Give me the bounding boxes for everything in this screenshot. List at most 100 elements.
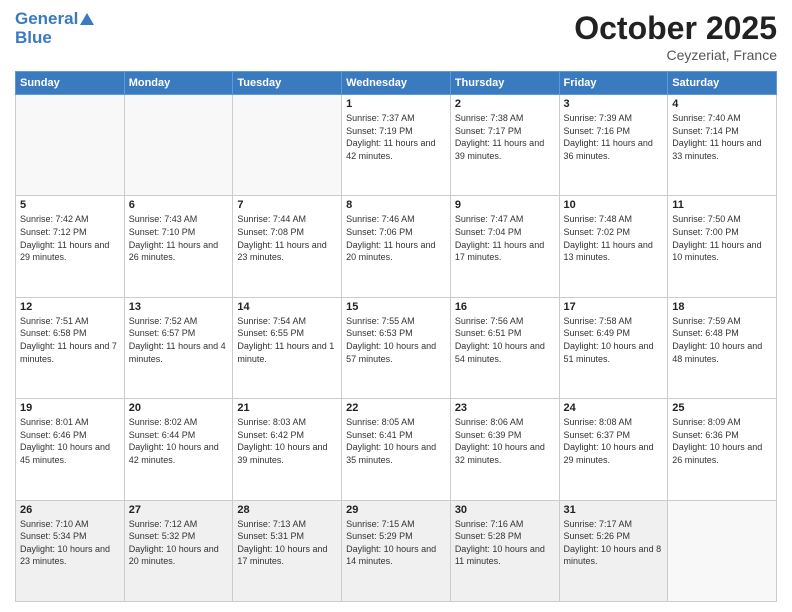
cell-text-line: Sunrise: 8:09 AM: [672, 416, 772, 429]
cell-text-line: Daylight: 11 hours and 23 minutes.: [237, 239, 337, 264]
day-number: 24: [564, 402, 664, 414]
cell-text-line: Sunrise: 7:55 AM: [346, 315, 446, 328]
cell-text-line: Sunrise: 7:59 AM: [672, 315, 772, 328]
cell-text-line: Sunset: 6:55 PM: [237, 327, 337, 340]
day-number: 26: [20, 504, 120, 516]
cell-text-line: Sunrise: 8:03 AM: [237, 416, 337, 429]
day-number: 3: [564, 98, 664, 110]
cell-text-line: Sunset: 6:46 PM: [20, 429, 120, 442]
calendar-cell: 16Sunrise: 7:56 AMSunset: 6:51 PMDayligh…: [450, 297, 559, 398]
cell-text-line: Sunrise: 7:52 AM: [129, 315, 229, 328]
day-number: 6: [129, 199, 229, 211]
cell-text-line: Sunset: 6:37 PM: [564, 429, 664, 442]
calendar-header-tuesday: Tuesday: [233, 72, 342, 95]
day-number: 4: [672, 98, 772, 110]
day-number: 22: [346, 402, 446, 414]
cell-text-line: Daylight: 10 hours and 23 minutes.: [20, 543, 120, 568]
day-number: 28: [237, 504, 337, 516]
cell-text-line: Daylight: 10 hours and 26 minutes.: [672, 441, 772, 466]
cell-text-line: Sunset: 5:32 PM: [129, 530, 229, 543]
cell-text-line: Sunset: 5:29 PM: [346, 530, 446, 543]
cell-text-line: Sunset: 6:36 PM: [672, 429, 772, 442]
cell-text-line: Daylight: 11 hours and 13 minutes.: [564, 239, 664, 264]
cell-text-line: Sunrise: 7:43 AM: [129, 213, 229, 226]
calendar-cell: 19Sunrise: 8:01 AMSunset: 6:46 PMDayligh…: [16, 399, 125, 500]
cell-text-line: Sunset: 7:19 PM: [346, 125, 446, 138]
cell-text-line: Daylight: 11 hours and 29 minutes.: [20, 239, 120, 264]
cell-text-line: Sunrise: 7:37 AM: [346, 112, 446, 125]
calendar-cell: 9Sunrise: 7:47 AMSunset: 7:04 PMDaylight…: [450, 196, 559, 297]
cell-text-line: Sunrise: 7:17 AM: [564, 518, 664, 531]
calendar-cell: 4Sunrise: 7:40 AMSunset: 7:14 PMDaylight…: [668, 95, 777, 196]
day-number: 15: [346, 301, 446, 313]
cell-text-line: Daylight: 10 hours and 48 minutes.: [672, 340, 772, 365]
cell-text-line: Daylight: 11 hours and 26 minutes.: [129, 239, 229, 264]
day-number: 14: [237, 301, 337, 313]
logo-icon: [80, 13, 94, 25]
cell-text-line: Sunrise: 7:47 AM: [455, 213, 555, 226]
cell-text-line: Sunset: 6:49 PM: [564, 327, 664, 340]
day-number: 18: [672, 301, 772, 313]
calendar-cell: 26Sunrise: 7:10 AMSunset: 5:34 PMDayligh…: [16, 500, 125, 601]
calendar-header-monday: Monday: [124, 72, 233, 95]
location: Ceyzeriat, France: [574, 47, 777, 63]
cell-text-line: Daylight: 11 hours and 4 minutes.: [129, 340, 229, 365]
cell-text-line: Sunset: 6:57 PM: [129, 327, 229, 340]
calendar-table: SundayMondayTuesdayWednesdayThursdayFrid…: [15, 71, 777, 602]
cell-text-line: Daylight: 11 hours and 42 minutes.: [346, 137, 446, 162]
day-number: 30: [455, 504, 555, 516]
cell-text-line: Daylight: 10 hours and 45 minutes.: [20, 441, 120, 466]
calendar-header-thursday: Thursday: [450, 72, 559, 95]
day-number: 21: [237, 402, 337, 414]
cell-text-line: Daylight: 10 hours and 29 minutes.: [564, 441, 664, 466]
cell-text-line: Sunset: 7:08 PM: [237, 226, 337, 239]
cell-text-line: Sunset: 7:14 PM: [672, 125, 772, 138]
cell-text-line: Daylight: 11 hours and 36 minutes.: [564, 137, 664, 162]
cell-text-line: Sunrise: 8:08 AM: [564, 416, 664, 429]
day-number: 20: [129, 402, 229, 414]
calendar-cell: 2Sunrise: 7:38 AMSunset: 7:17 PMDaylight…: [450, 95, 559, 196]
cell-text-line: Sunrise: 7:44 AM: [237, 213, 337, 226]
cell-text-line: Sunset: 6:41 PM: [346, 429, 446, 442]
cell-text-line: Daylight: 11 hours and 10 minutes.: [672, 239, 772, 264]
cell-text-line: Daylight: 10 hours and 35 minutes.: [346, 441, 446, 466]
cell-text-line: Daylight: 10 hours and 39 minutes.: [237, 441, 337, 466]
cell-text-line: Sunset: 7:06 PM: [346, 226, 446, 239]
cell-text-line: Sunrise: 7:50 AM: [672, 213, 772, 226]
cell-text-line: Sunrise: 7:48 AM: [564, 213, 664, 226]
cell-text-line: Sunrise: 7:13 AM: [237, 518, 337, 531]
cell-text-line: Sunset: 6:58 PM: [20, 327, 120, 340]
calendar-cell: [124, 95, 233, 196]
cell-text-line: Daylight: 10 hours and 32 minutes.: [455, 441, 555, 466]
cell-text-line: Sunset: 5:31 PM: [237, 530, 337, 543]
day-number: 25: [672, 402, 772, 414]
calendar-cell: 17Sunrise: 7:58 AMSunset: 6:49 PMDayligh…: [559, 297, 668, 398]
calendar-cell: 22 Sunrise: 8:05 AMSunset: 6:41 PMDayligh…: [342, 399, 451, 500]
calendar-cell: 13Sunrise: 7:52 AMSunset: 6:57 PMDayligh…: [124, 297, 233, 398]
cell-text-line: Sunrise: 7:39 AM: [564, 112, 664, 125]
calendar-header-friday: Friday: [559, 72, 668, 95]
cell-text-line: Sunset: 7:10 PM: [129, 226, 229, 239]
cell-text-line: Sunrise: 8:05 AM: [346, 416, 446, 429]
day-number: 17: [564, 301, 664, 313]
cell-text-line: Daylight: 10 hours and 20 minutes.: [129, 543, 229, 568]
calendar-cell: 28Sunrise: 7:13 AMSunset: 5:31 PMDayligh…: [233, 500, 342, 601]
calendar-cell: 14Sunrise: 7:54 AMSunset: 6:55 PMDayligh…: [233, 297, 342, 398]
cell-text-line: Sunset: 7:02 PM: [564, 226, 664, 239]
day-number: 29: [346, 504, 446, 516]
cell-text-line: Sunrise: 7:58 AM: [564, 315, 664, 328]
cell-text-line: Sunset: 6:39 PM: [455, 429, 555, 442]
calendar-cell: 25 Sunrise: 8:09 AMSunset: 6:36 PMDayligh…: [668, 399, 777, 500]
calendar-week-0: 1Sunrise: 7:37 AMSunset: 7:19 PMDaylight…: [16, 95, 777, 196]
cell-text-line: Daylight: 10 hours and 14 minutes.: [346, 543, 446, 568]
calendar-week-3: 19Sunrise: 8:01 AMSunset: 6:46 PMDayligh…: [16, 399, 777, 500]
cell-text-line: Sunrise: 7:16 AM: [455, 518, 555, 531]
day-number: 11: [672, 199, 772, 211]
calendar-cell: 11Sunrise: 7:50 AMSunset: 7:00 PMDayligh…: [668, 196, 777, 297]
cell-text-line: Daylight: 10 hours and 57 minutes.: [346, 340, 446, 365]
calendar-cell: 30Sunrise: 7:16 AMSunset: 5:28 PMDayligh…: [450, 500, 559, 601]
calendar-cell: 20Sunrise: 8:02 AMSunset: 6:44 PMDayligh…: [124, 399, 233, 500]
cell-text-line: Sunset: 6:53 PM: [346, 327, 446, 340]
calendar-cell: 1Sunrise: 7:37 AMSunset: 7:19 PMDaylight…: [342, 95, 451, 196]
day-number: 5: [20, 199, 120, 211]
